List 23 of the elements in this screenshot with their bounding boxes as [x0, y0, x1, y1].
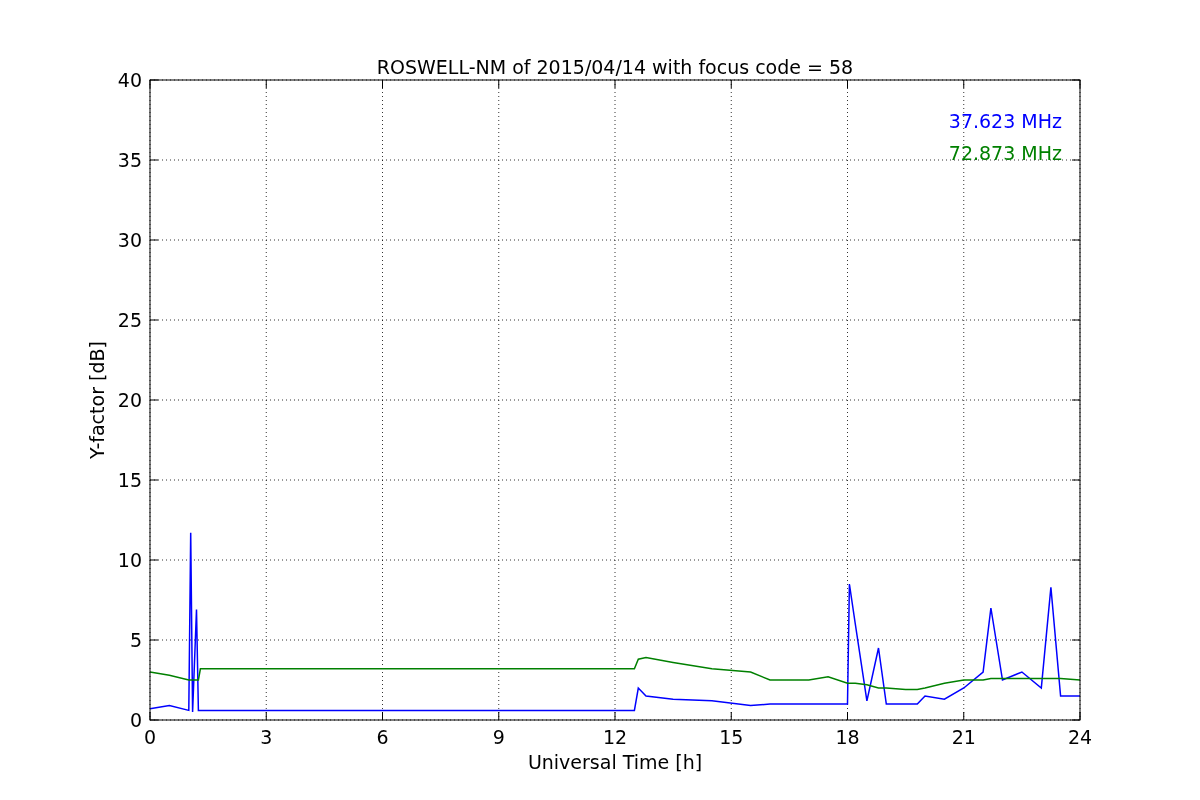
x-tick-label: 12 — [602, 726, 628, 748]
y-tick-label: 35 — [117, 149, 142, 171]
x-axis-label: Universal Time [h] — [527, 751, 703, 773]
legend-label: 72.873 MHz — [948, 142, 1062, 164]
y-tick-label: 15 — [117, 469, 142, 491]
x-tick-label: 24 — [1067, 726, 1093, 748]
y-axis-label: Y-factor [dB] — [86, 341, 108, 459]
y-tick-label: 0 — [129, 709, 142, 731]
x-tick-label: 18 — [835, 726, 860, 748]
y-tick-label: 10 — [117, 549, 142, 571]
x-tick-label: 15 — [719, 726, 744, 748]
legend-label: 37.623 MHz — [948, 110, 1062, 132]
chart-title: ROSWELL-NM of 2015/04/14 with focus code = 58 — [376, 56, 854, 78]
x-tick-label: 6 — [376, 726, 389, 748]
y-tick-label: 5 — [129, 629, 142, 651]
y-tick-label: 30 — [117, 229, 142, 251]
y-tick-label: 20 — [117, 389, 142, 411]
x-tick-label: 21 — [951, 726, 976, 748]
x-tick-label: 3 — [260, 726, 273, 748]
x-tick-label: 0 — [143, 726, 157, 748]
y-tick-label: 40 — [117, 69, 142, 91]
y-tick-label: 25 — [117, 309, 142, 331]
x-tick-label: 9 — [492, 726, 505, 748]
